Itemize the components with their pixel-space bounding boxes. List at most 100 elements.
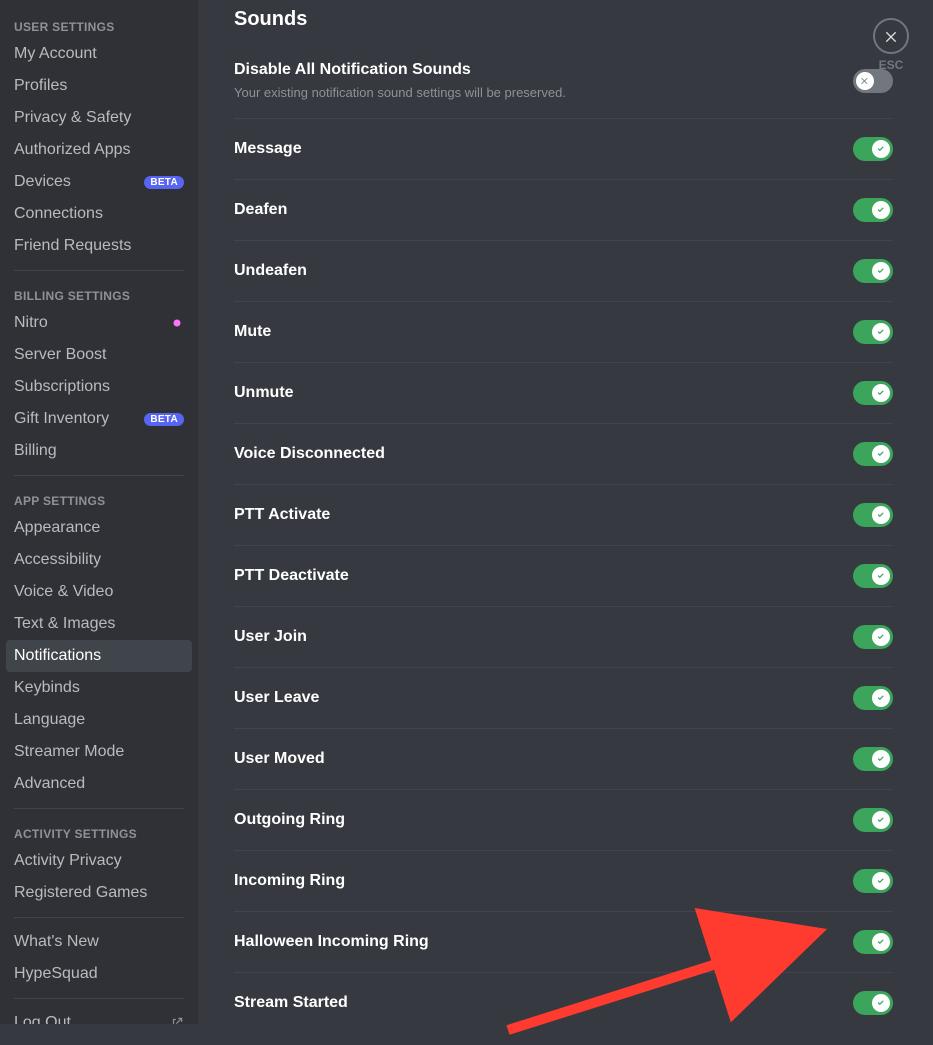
sidebar-item[interactable]: Text & Images (6, 608, 192, 640)
check-icon (875, 753, 887, 765)
beta-badge: BETA (144, 413, 184, 426)
sidebar-item[interactable]: Registered Games (6, 877, 192, 909)
close-settings: ESC (867, 18, 915, 72)
sidebar-item-label: Voice & Video (14, 583, 113, 601)
setting-label: Message (234, 140, 302, 158)
toggle[interactable] (853, 991, 893, 1015)
sidebar-item[interactable]: Advanced (6, 768, 192, 800)
sidebar-item-label: Streamer Mode (14, 743, 124, 761)
x-icon (859, 75, 871, 87)
setting-description: Your existing notification sound setting… (234, 85, 566, 100)
sidebar-item[interactable]: Connections (6, 198, 192, 230)
sidebar-section-header: BILLING SETTINGS (6, 279, 192, 307)
setting-row: Undeafen (234, 241, 893, 301)
sidebar-item[interactable]: Activity Privacy (6, 845, 192, 877)
sidebar-item[interactable]: Keybinds (6, 672, 192, 704)
setting-label: Halloween Incoming Ring (234, 933, 429, 951)
sidebar-item[interactable]: Log Out (6, 1007, 192, 1024)
toggle[interactable] (853, 320, 893, 344)
toggle[interactable] (853, 198, 893, 222)
sidebar-item-label: Appearance (14, 519, 100, 537)
setting-row: User Moved (234, 729, 893, 789)
setting-label: Stream Started (234, 994, 348, 1012)
check-icon (875, 509, 887, 521)
setting-label: User Join (234, 628, 307, 646)
sidebar-item-label: HypeSquad (14, 965, 98, 983)
sidebar-item[interactable]: Server Boost (6, 339, 192, 371)
close-icon (883, 28, 899, 44)
toggle[interactable] (853, 137, 893, 161)
sidebar-item[interactable]: DevicesBETA (6, 166, 192, 198)
sidebar-item[interactable]: Friend Requests (6, 230, 192, 262)
sidebar-item[interactable]: Streamer Mode (6, 736, 192, 768)
sidebar-item-label: Log Out (14, 1014, 71, 1024)
sidebar-item[interactable]: Notifications (6, 640, 192, 672)
check-icon (875, 387, 887, 399)
toggle[interactable] (853, 442, 893, 466)
toggle-disable-all[interactable] (853, 69, 893, 93)
sidebar-item-label: Keybinds (14, 679, 80, 697)
setting-row-disable-all: Disable All Notification Sounds Your exi… (234, 43, 893, 118)
sidebar-item-label: Authorized Apps (14, 141, 131, 159)
check-icon (875, 570, 887, 582)
sidebar-item-label: Subscriptions (14, 378, 110, 396)
check-icon (875, 692, 887, 704)
toggle[interactable] (853, 381, 893, 405)
settings-content: Sounds Disable All Notification Sounds Y… (198, 0, 933, 1024)
sidebar-item[interactable]: Voice & Video (6, 576, 192, 608)
sidebar-item[interactable]: Nitro (6, 307, 192, 339)
toggle[interactable] (853, 564, 893, 588)
close-button[interactable] (873, 18, 909, 54)
toggle[interactable] (853, 625, 893, 649)
sidebar-divider (14, 808, 184, 809)
sidebar-item-label: Gift Inventory (14, 410, 109, 428)
sidebar-item-label: Billing (14, 442, 57, 460)
sidebar-item[interactable]: Accessibility (6, 544, 192, 576)
setting-label: Voice Disconnected (234, 445, 385, 463)
toggle[interactable] (853, 503, 893, 527)
setting-row: Stream Started (234, 973, 893, 1024)
sidebar-item-label: Language (14, 711, 85, 729)
toggle[interactable] (853, 686, 893, 710)
sidebar-item[interactable]: Profiles (6, 70, 192, 102)
nitro-icon (170, 316, 184, 330)
sidebar-item[interactable]: My Account (6, 38, 192, 70)
check-icon (875, 631, 887, 643)
setting-label: Incoming Ring (234, 872, 345, 890)
toggle[interactable] (853, 930, 893, 954)
setting-row: Outgoing Ring (234, 790, 893, 850)
sidebar-item[interactable]: Privacy & Safety (6, 102, 192, 134)
check-icon (875, 204, 887, 216)
sidebar-item[interactable]: What's New (6, 926, 192, 958)
toggle[interactable] (853, 259, 893, 283)
check-icon (875, 936, 887, 948)
setting-label: Disable All Notification Sounds (234, 61, 566, 79)
sidebar-item[interactable]: Language (6, 704, 192, 736)
sidebar-section-header: ACTIVITY SETTINGS (6, 817, 192, 845)
check-icon (875, 448, 887, 460)
sidebar-item-label: Registered Games (14, 884, 147, 902)
sidebar-item[interactable]: Gift Inventory BETA (6, 403, 192, 435)
settings-sidebar: USER SETTINGSMy AccountProfilesPrivacy &… (0, 0, 198, 1024)
toggle[interactable] (853, 869, 893, 893)
sidebar-item-label: Devices (14, 173, 71, 191)
setting-row: Message (234, 119, 893, 179)
sidebar-divider (14, 917, 184, 918)
sidebar-item-label: Connections (14, 205, 103, 223)
sidebar-item[interactable]: Subscriptions (6, 371, 192, 403)
setting-label: PTT Deactivate (234, 567, 349, 585)
sidebar-item-label: Advanced (14, 775, 85, 793)
sidebar-item-label: Profiles (14, 77, 67, 95)
toggle[interactable] (853, 747, 893, 771)
setting-label: Deafen (234, 201, 287, 219)
section-title: Sounds (234, 0, 893, 43)
sidebar-divider (14, 998, 184, 999)
sidebar-item[interactable]: Appearance (6, 512, 192, 544)
setting-label: Mute (234, 323, 271, 341)
sidebar-item[interactable]: Authorized Apps (6, 134, 192, 166)
sidebar-divider (14, 270, 184, 271)
toggle[interactable] (853, 808, 893, 832)
setting-label: Unmute (234, 384, 294, 402)
sidebar-item[interactable]: Billing (6, 435, 192, 467)
sidebar-item[interactable]: HypeSquad (6, 958, 192, 990)
